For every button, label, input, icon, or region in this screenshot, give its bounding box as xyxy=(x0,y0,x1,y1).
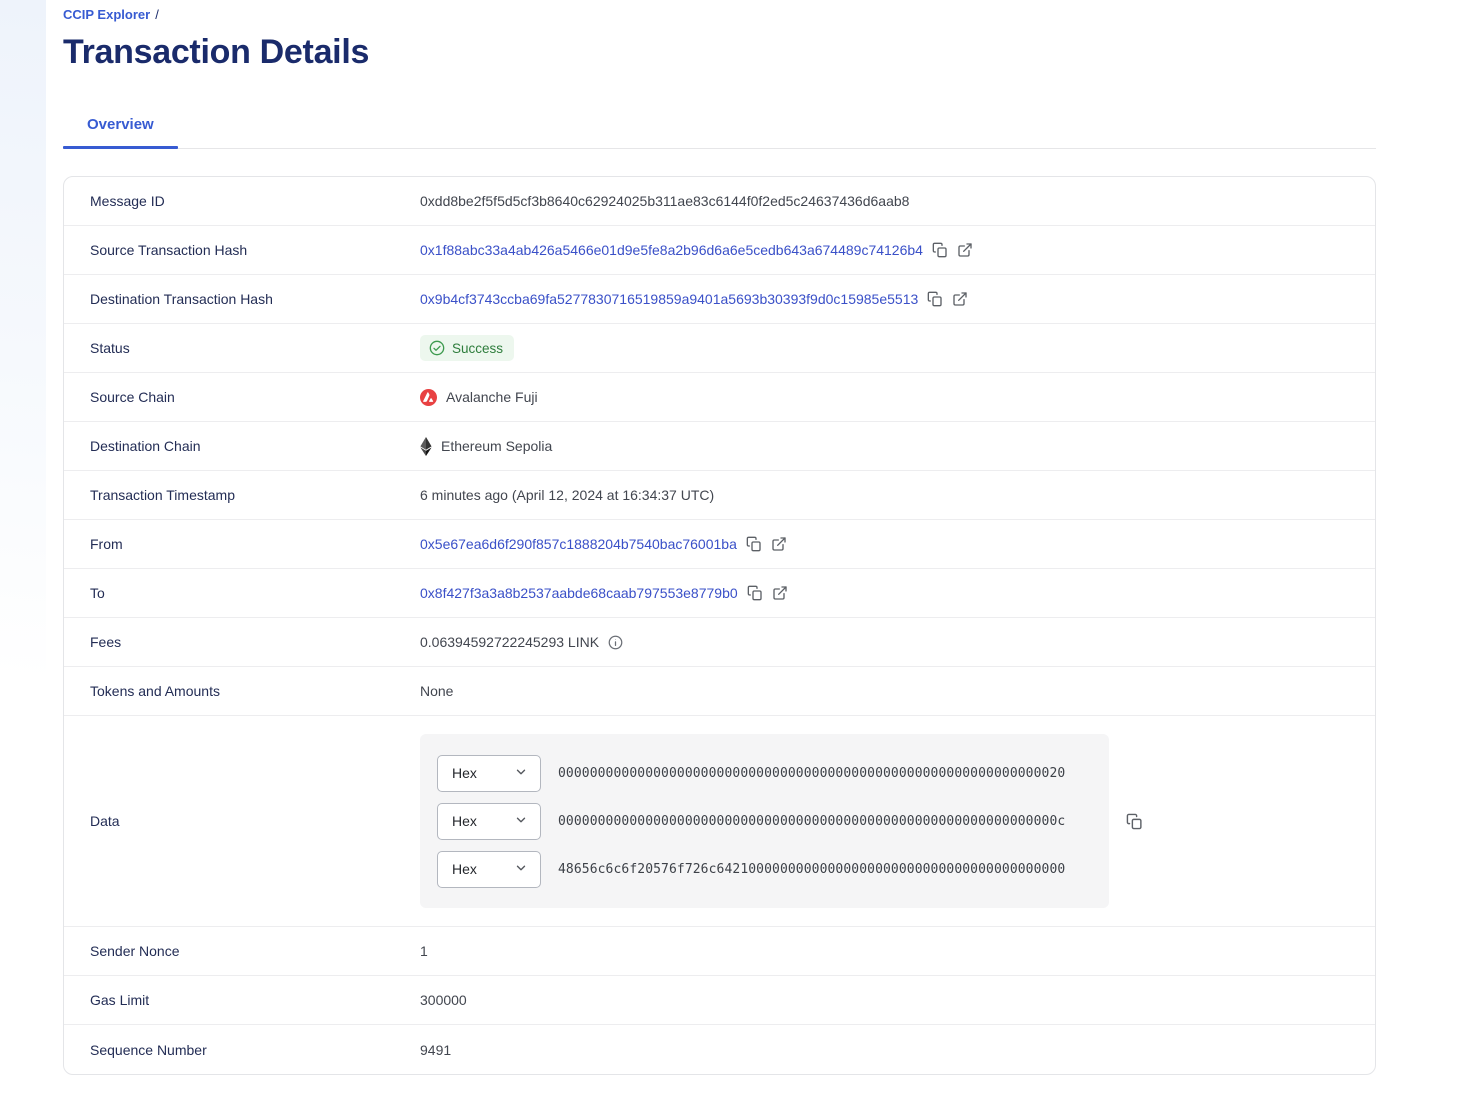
destination-tx-hash-link[interactable]: 0x9b4cf3743ccba69fa5277830716519859a9401… xyxy=(420,291,918,307)
external-link-icon[interactable] xyxy=(771,536,787,552)
external-link-icon[interactable] xyxy=(772,585,788,601)
breadcrumb-ccip-explorer-link[interactable]: CCIP Explorer xyxy=(63,7,150,22)
tab-overview[interactable]: Overview xyxy=(63,116,178,149)
status-badge-label: Success xyxy=(452,340,504,356)
data-format-select-value: Hex xyxy=(452,765,477,781)
row-label: Gas Limit xyxy=(90,992,150,1008)
chevron-down-icon xyxy=(514,765,528,782)
source-chain-value: Avalanche Fuji xyxy=(420,388,538,406)
sequence-number-value: 9491 xyxy=(420,1041,452,1058)
external-link-icon[interactable] xyxy=(957,242,973,258)
row-label: Transaction Timestamp xyxy=(90,487,235,503)
table-row-status: Status Success xyxy=(64,324,1375,373)
row-label: Source Chain xyxy=(90,389,175,405)
table-row-source-tx-hash: Source Transaction Hash 0x1f88abc33a4ab4… xyxy=(64,226,1375,275)
data-format-select-value: Hex xyxy=(452,861,477,877)
table-row-tokens-and-amounts: Tokens and Amounts None xyxy=(64,667,1375,716)
data-hex-block: Hex 000000000000000000000000000000000000… xyxy=(420,734,1109,908)
row-label: Destination Transaction Hash xyxy=(90,291,273,307)
table-row-timestamp: Transaction Timestamp 6 minutes ago (Apr… xyxy=(64,471,1375,520)
table-row-sequence-number: Sequence Number 9491 xyxy=(64,1025,1375,1074)
tab-bar: Overview xyxy=(63,116,1376,149)
data-format-select[interactable]: Hex xyxy=(437,802,541,840)
sender-nonce-value: 1 xyxy=(420,943,428,959)
data-line: Hex 000000000000000000000000000000000000… xyxy=(437,749,1092,797)
copy-icon[interactable] xyxy=(747,585,763,601)
chevron-down-icon xyxy=(514,861,528,878)
data-hex-value: 0000000000000000000000000000000000000000… xyxy=(558,765,1066,781)
to-address-link[interactable]: 0x8f427f3a3a8b2537aabde68caab797553e8779… xyxy=(420,585,738,601)
source-chain-label: Avalanche Fuji xyxy=(446,389,538,405)
table-row-to: To 0x8f427f3a3a8b2537aabde68caab797553e8… xyxy=(64,569,1375,618)
tokens-and-amounts-value: None xyxy=(420,683,454,699)
table-row-destination-chain: Destination Chain Ethereum Sepolia xyxy=(64,422,1375,471)
source-tx-hash-link[interactable]: 0x1f88abc33a4ab426a5466e01d9e5fe8a2b96d6… xyxy=(420,242,923,258)
row-label: Source Transaction Hash xyxy=(90,242,248,258)
row-label: Message ID xyxy=(90,193,165,209)
breadcrumb: CCIP Explorer / xyxy=(63,7,1376,22)
row-label: To xyxy=(90,585,105,601)
row-label: Sequence Number xyxy=(90,1041,207,1058)
ethereum-logo-icon xyxy=(420,436,432,456)
data-line: Hex 000000000000000000000000000000000000… xyxy=(437,797,1092,845)
fees-value: 0.06394592722245293 LINK xyxy=(420,634,600,650)
table-row-sender-nonce: Sender Nonce 1 xyxy=(64,927,1375,976)
external-link-icon[interactable] xyxy=(952,291,968,307)
row-label: Data xyxy=(90,813,120,829)
copy-icon[interactable] xyxy=(927,291,943,307)
table-row-fees: Fees 0.06394592722245293 LINK xyxy=(64,618,1375,667)
data-hex-value: 48656c6c6f20576f726c64210000000000000000… xyxy=(558,861,1066,877)
table-row-from: From 0x5e67ea6d6f290f857c1888204b7540bac… xyxy=(64,520,1375,569)
row-label: Destination Chain xyxy=(90,438,201,454)
timestamp-value: 6 minutes ago (April 12, 2024 at 16:34:3… xyxy=(420,487,715,503)
table-row-source-chain: Source Chain Avalanche Fuji xyxy=(64,373,1375,422)
data-format-select[interactable]: Hex xyxy=(437,754,541,792)
row-label: Status xyxy=(90,340,130,356)
data-line: Hex 48656c6c6f20576f726c6421000000000000… xyxy=(437,845,1092,893)
copy-icon[interactable] xyxy=(746,536,762,552)
table-row-destination-tx-hash: Destination Transaction Hash 0x9b4cf3743… xyxy=(64,275,1375,324)
info-icon[interactable] xyxy=(608,635,623,650)
avalanche-logo-icon xyxy=(420,388,437,406)
tab-overview-label: Overview xyxy=(87,116,154,133)
data-hex-value: 0000000000000000000000000000000000000000… xyxy=(558,813,1066,829)
destination-chain-label: Ethereum Sepolia xyxy=(441,438,553,454)
data-format-select-value: Hex xyxy=(452,813,477,829)
destination-chain-value: Ethereum Sepolia xyxy=(420,436,553,456)
copy-icon[interactable] xyxy=(1126,813,1143,830)
message-id-value: 0xdd8be2f5f5d5cf3b8640c62924025b311ae83c… xyxy=(420,193,910,209)
chevron-down-icon xyxy=(514,813,528,830)
page-title: Transaction Details xyxy=(63,33,370,71)
row-label: From xyxy=(90,536,123,552)
gas-limit-value: 300000 xyxy=(420,992,467,1008)
from-address-link[interactable]: 0x5e67ea6d6f290f857c1888204b7540bac76001… xyxy=(420,536,737,552)
row-label: Sender Nonce xyxy=(90,943,180,959)
table-row-data: Data Hex 0000000000000000000000000000000… xyxy=(64,716,1375,927)
breadcrumb-separator: / xyxy=(155,7,159,22)
check-circle-icon xyxy=(429,340,445,356)
copy-icon[interactable] xyxy=(932,242,948,258)
row-label: Tokens and Amounts xyxy=(90,683,220,699)
data-format-select[interactable]: Hex xyxy=(437,850,541,888)
main-content: CCIP Explorer / Transaction Details Overv… xyxy=(0,0,1481,1075)
table-row-message-id: Message ID 0xdd8be2f5f5d5cf3b8640c629240… xyxy=(64,177,1375,226)
transaction-details-table: Message ID 0xdd8be2f5f5d5cf3b8640c629240… xyxy=(63,176,1376,1075)
row-label: Fees xyxy=(90,634,122,650)
table-row-gas-limit: Gas Limit 300000 xyxy=(64,976,1375,1025)
status-badge: Success xyxy=(420,335,515,361)
